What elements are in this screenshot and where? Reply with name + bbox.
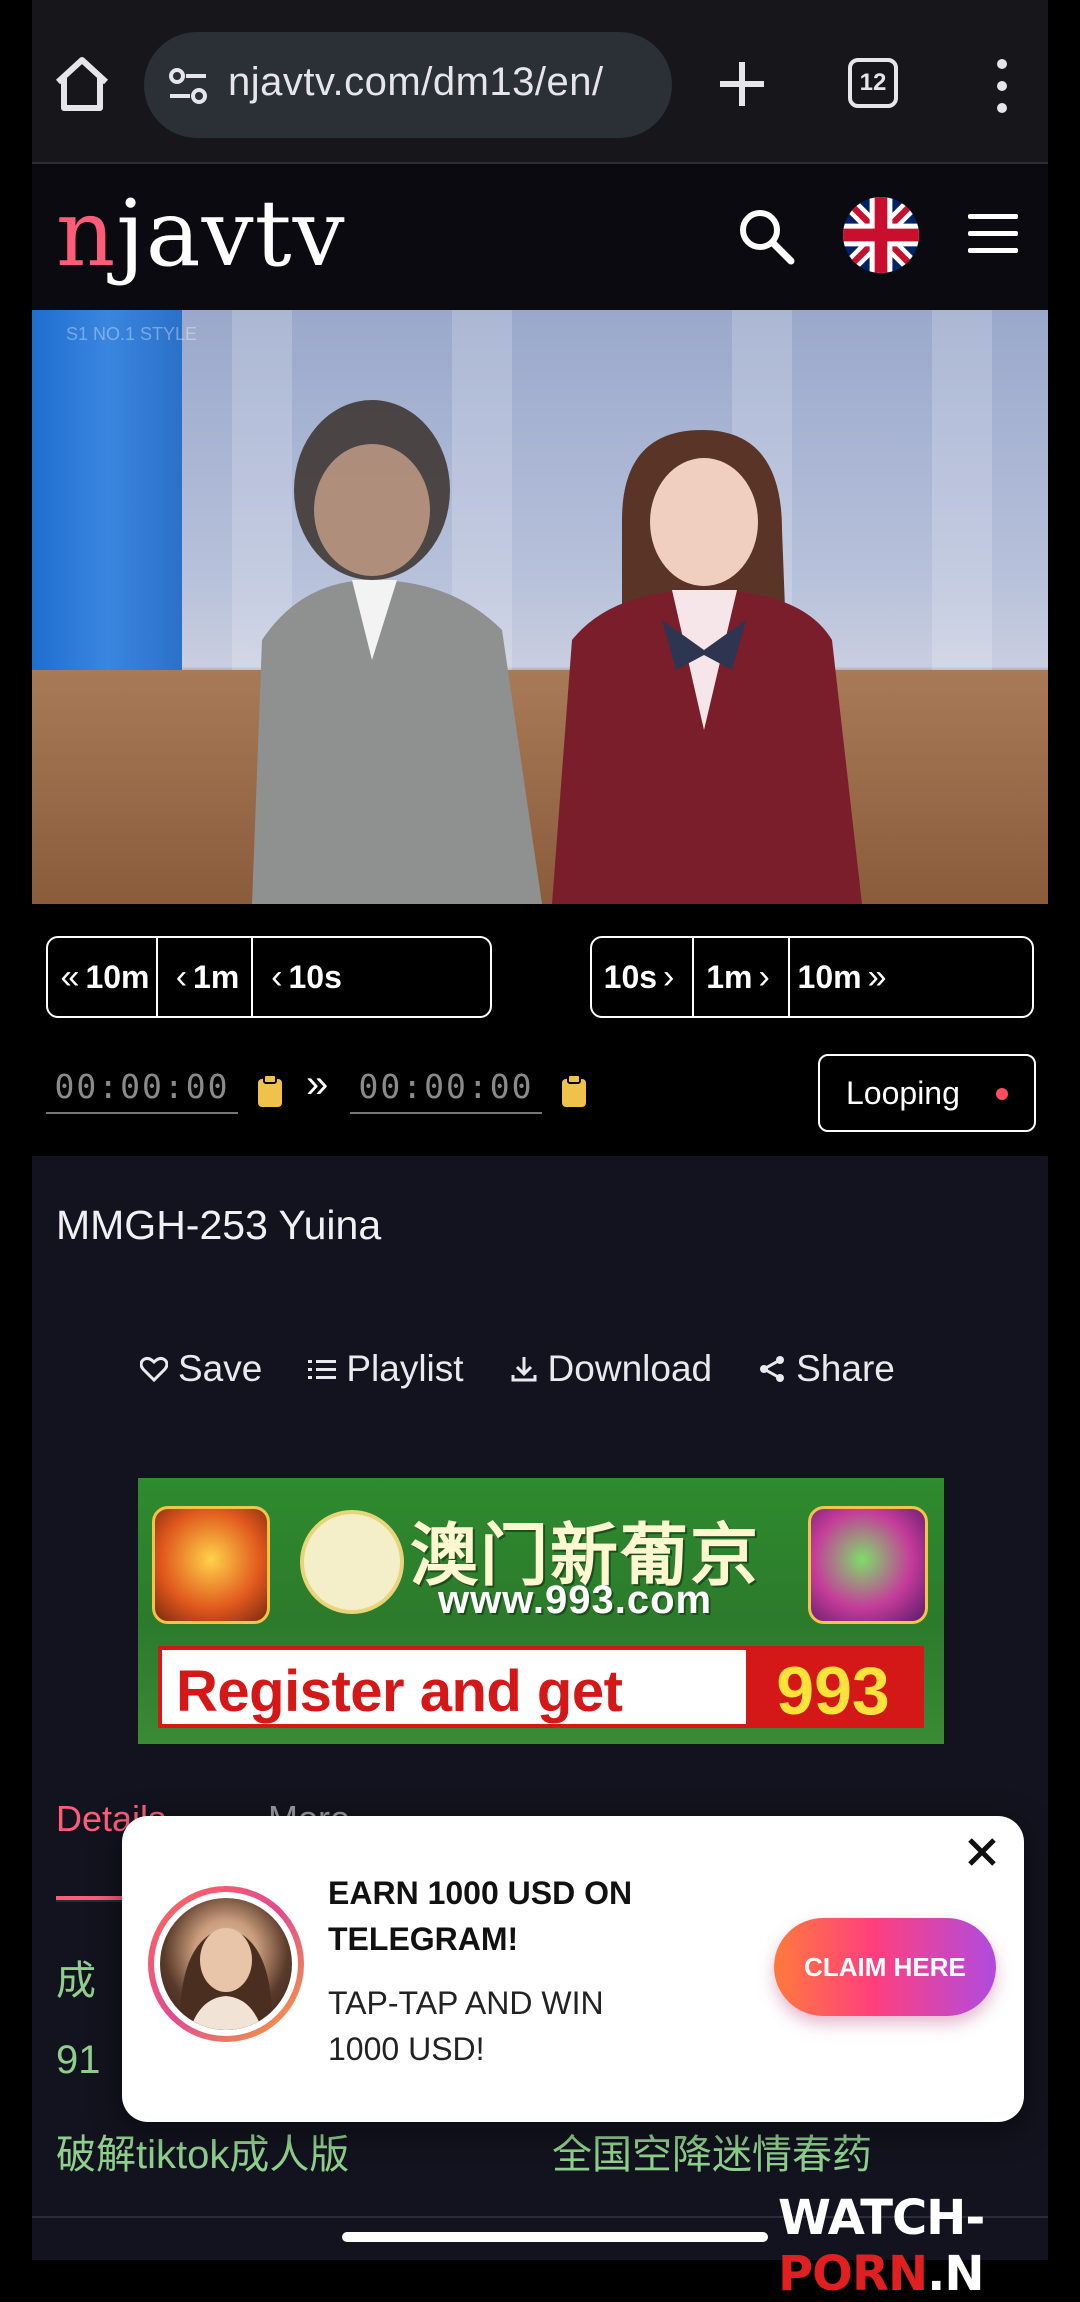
video-title: MMGH-253 Yuina	[56, 1202, 382, 1248]
seek-back-10s-button[interactable]: ‹ 10s	[253, 938, 354, 1016]
seek-forward-group: 10s › 1m › 10m»	[590, 936, 1034, 1018]
close-icon[interactable]	[962, 1832, 1002, 1872]
home-icon[interactable]	[50, 52, 114, 116]
url-text[interactable]: njavtv.com/dm13/en/	[228, 60, 658, 110]
video-player[interactable]: S1 NO.1 STYLE	[32, 310, 1048, 904]
claim-here-button[interactable]: CLAIM HERE	[774, 1918, 996, 2016]
site-settings-icon[interactable]	[166, 66, 210, 106]
seek-forward-1m-button[interactable]: 1m ›	[694, 938, 790, 1016]
video-curtain	[32, 310, 182, 730]
share-icon	[760, 1356, 785, 1382]
video-person-left	[252, 400, 542, 904]
promo-subtitle: TAP-TAP AND WIN 1000 USD!	[328, 1985, 604, 2067]
telegram-promo-popup[interactable]: EARN 1000 USD ON TELEGRAM! TAP-TAP AND W…	[122, 1816, 1024, 2122]
seek-back-10s-label: 10s	[288, 958, 342, 995]
ad-amount: 993	[776, 1653, 890, 1729]
site-header: njavtv	[32, 164, 1048, 310]
promo-avatar-photo	[160, 1898, 292, 2030]
chevron-right-icon: ›	[758, 957, 770, 996]
hamburger-menu-icon[interactable]	[966, 210, 1020, 258]
seek-forward-1m-label: 1m	[706, 958, 753, 995]
double-chevron-right-icon: »	[867, 957, 887, 996]
address-bar[interactable]: njavtv.com/dm13/en/	[144, 32, 672, 138]
video-curtain-fold	[932, 310, 992, 710]
ad-brand-logo	[300, 1510, 404, 1614]
seek-forward-10m-button[interactable]: 10m»	[790, 938, 900, 1016]
video-actions: Save Playlist Download Share	[140, 1344, 941, 1394]
corner-watermark: WATCH-PORN.N	[778, 2190, 1080, 2302]
watermark-part3: .N	[927, 2246, 984, 2302]
download-button[interactable]: Download	[510, 1348, 713, 1390]
ad-link[interactable]: 成	[56, 1948, 96, 2006]
ad-banner[interactable]: 澳门新葡京 www.993.com Register and get 993	[138, 1478, 944, 1744]
home-indicator[interactable]	[342, 2232, 768, 2242]
seek-back-1m-button[interactable]: ‹ 1m	[158, 938, 253, 1016]
playlist-label: Playlist	[346, 1348, 464, 1389]
ad-url: www.993.com	[438, 1578, 713, 1622]
video-person-right	[552, 430, 862, 904]
clipboard-icon[interactable]	[560, 1074, 588, 1108]
looping-toggle-button[interactable]: Looping	[818, 1054, 1036, 1132]
download-label: Download	[547, 1348, 713, 1389]
looping-status-dot	[996, 1088, 1008, 1100]
ad-register-text: Register and get	[176, 1659, 623, 1724]
save-button[interactable]: Save	[140, 1348, 262, 1390]
player-controls: «10m ‹1m ‹10s 10s› 1m› 10m» 00:00:00	[32, 904, 1048, 1156]
seek-forward-10m-label: 10m	[797, 958, 862, 995]
loop-end-time-input[interactable]: 00:00:00	[350, 1064, 542, 1114]
looping-label: Looping	[846, 1075, 960, 1111]
promo-avatar	[148, 1886, 304, 2042]
watermark-part1: WATCH-	[778, 2190, 985, 2246]
chevron-left-icon: ‹	[271, 957, 283, 996]
range-arrow-icon: »	[306, 1062, 329, 1106]
screen: njavtv.com/dm13/en/ 12 njavtv S1 NO.1 ST…	[32, 0, 1048, 2260]
list-icon	[308, 1360, 337, 1379]
download-icon	[511, 1357, 537, 1382]
tab-switcher-button[interactable]: 12	[848, 58, 898, 108]
loop-start-time-input[interactable]: 00:00:00	[46, 1064, 238, 1114]
promo-title: EARN 1000 USD ON TELEGRAM!	[328, 1875, 633, 1957]
new-tab-icon[interactable]	[714, 56, 770, 112]
search-icon[interactable]	[736, 206, 796, 266]
more-menu-icon[interactable]	[992, 56, 1012, 116]
chevron-right-icon: ›	[663, 957, 675, 996]
seek-forward-10s-button[interactable]: 10s ›	[592, 938, 694, 1016]
ad-register-strip: Register and get 993	[158, 1646, 924, 1729]
share-button[interactable]: Share	[758, 1348, 895, 1390]
seek-forward-10s-label: 10s	[603, 958, 658, 995]
seek-back-10m-label: 10m	[85, 958, 150, 995]
ad-link[interactable]: 全国空降迷情春药	[552, 2122, 872, 2180]
language-flag-icon[interactable]	[843, 197, 919, 273]
save-label: Save	[178, 1348, 263, 1389]
seek-back-1m-label: 1m	[193, 958, 240, 995]
clipboard-icon[interactable]	[256, 1074, 284, 1108]
seek-back-10m-button[interactable]: «10m	[48, 938, 158, 1016]
video-watermark: S1 NO.1 STYLE	[66, 324, 198, 344]
seek-back-group: «10m ‹ 1m ‹ 10s	[46, 936, 492, 1018]
share-label: Share	[796, 1348, 895, 1389]
ad-link[interactable]: 91	[56, 2038, 101, 2083]
chevron-left-icon: ‹	[175, 957, 188, 996]
browser-toolbar: njavtv.com/dm13/en/ 12	[32, 0, 1048, 164]
playlist-button[interactable]: Playlist	[308, 1348, 464, 1390]
heart-icon	[140, 1356, 168, 1382]
double-chevron-left-icon: «	[60, 957, 80, 996]
site-logo[interactable]: njavtv	[56, 184, 346, 284]
ad-link[interactable]: 破解tiktok成人版	[56, 2122, 349, 2180]
watermark-part2: PORN	[778, 2246, 928, 2302]
ad-candy-game-image	[808, 1506, 928, 1624]
ad-slot-game-image	[152, 1506, 270, 1624]
logo-rest: javtv	[116, 180, 346, 287]
ad-amount-box: 993	[746, 1650, 920, 1729]
logo-n: n	[56, 180, 117, 287]
